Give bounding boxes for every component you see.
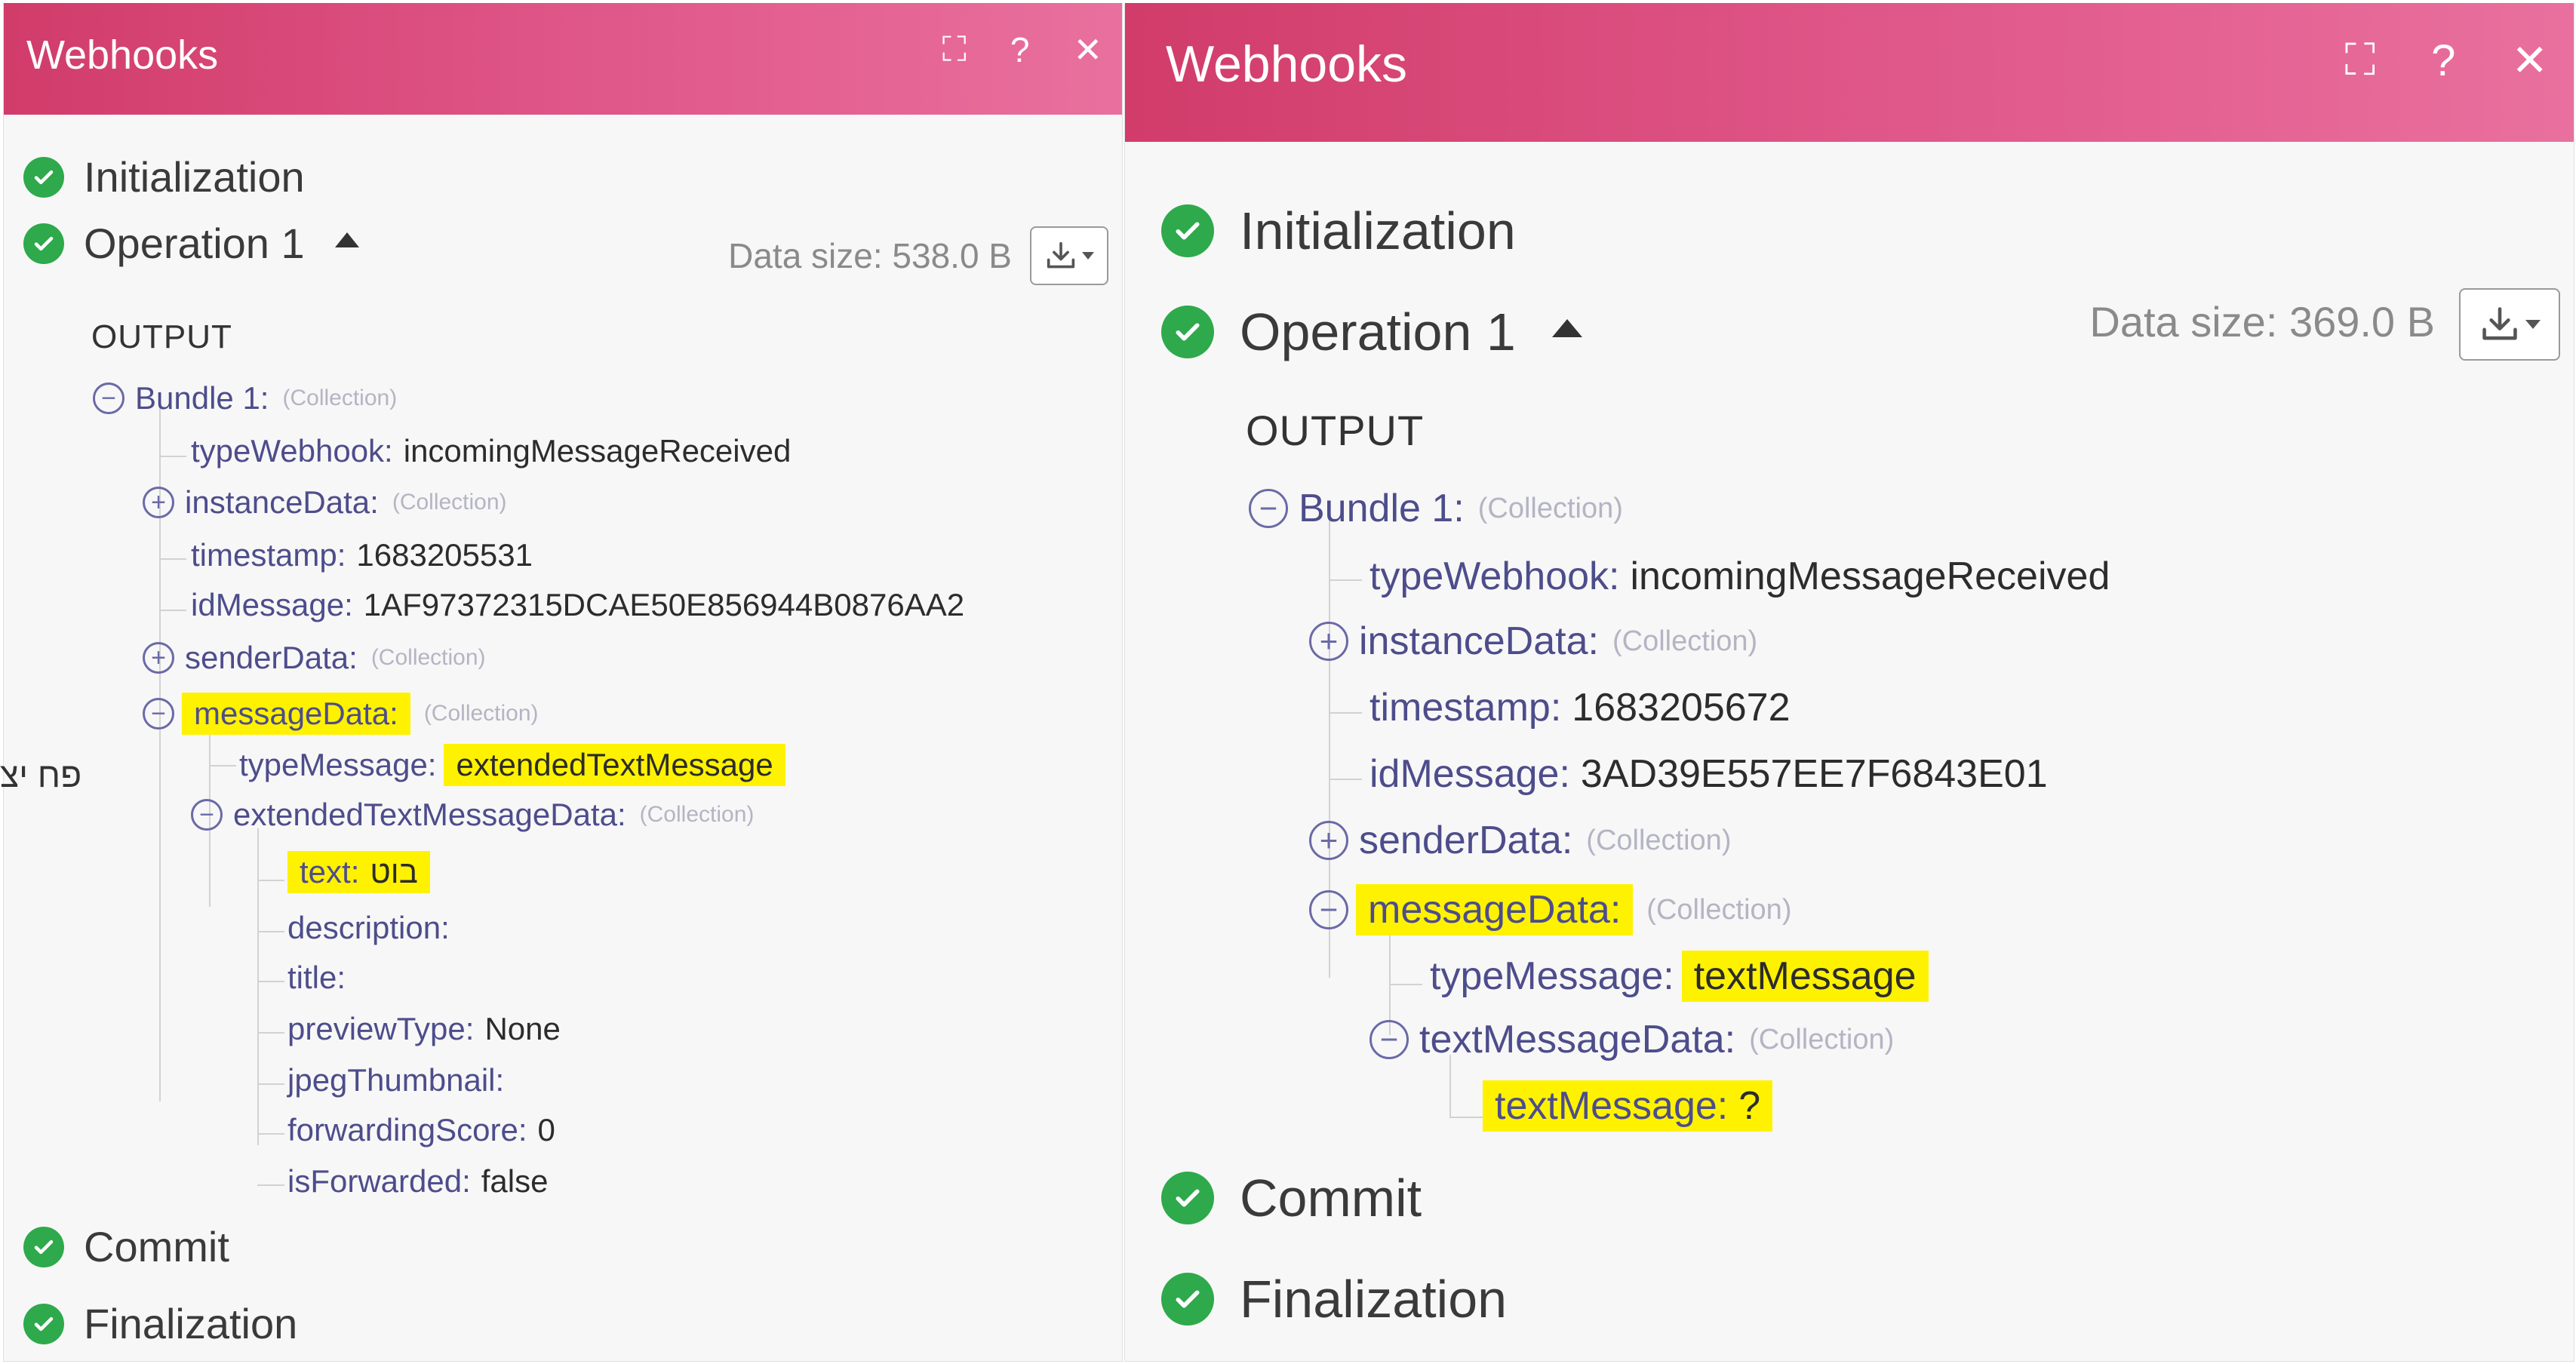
check-circle-icon [23, 223, 64, 264]
data-size-label: Data size: 369.0 B [2089, 298, 2435, 346]
webhooks-panel-right: Webhooks ⛶ ? ✕ Initialization Operation … [1124, 3, 2574, 1362]
expand-plus-icon[interactable]: + [1309, 622, 1348, 661]
tree-item-senderData[interactable]: + senderData: (Collection) [1309, 818, 1731, 863]
check-circle-icon [1161, 204, 1214, 257]
collapse-icon[interactable]: − [143, 698, 174, 730]
collapse-icon[interactable]: − [1309, 890, 1348, 929]
check-circle-icon [1161, 1273, 1214, 1326]
rtl-text-fragment: פח יצ [0, 755, 82, 794]
chevron-down-icon [1082, 252, 1094, 260]
download-button[interactable] [2459, 288, 2560, 361]
phase-label: Commit [84, 1223, 229, 1270]
webhooks-panel-left: Webhooks ⛶ ? ✕ Initialization Operation … [3, 3, 1123, 1362]
tree-item-timestamp: timestamp: 1683205531 [191, 537, 533, 573]
collapse-caret-icon[interactable] [334, 232, 359, 247]
download-icon [2482, 307, 2517, 340]
phase-finalization: Finalization [1161, 1269, 1507, 1329]
collapse-icon[interactable]: − [93, 382, 124, 414]
collapse-icon[interactable]: − [1369, 1020, 1409, 1059]
phase-initialization: Initialization [1161, 201, 1516, 261]
tree-item-typeWebhook: typeWebhook: incomingMessageReceived [1369, 555, 2110, 598]
phase-operation: Operation 1 [23, 219, 359, 268]
chevron-down-icon [2525, 320, 2541, 329]
collapse-caret-icon[interactable] [1551, 319, 1582, 337]
tree-item-isForwarded: isForwarded: false [287, 1163, 549, 1199]
check-circle-icon [1161, 306, 1214, 358]
tree-item-timestamp: timestamp: 1683205672 [1369, 686, 1791, 730]
phase-label: Operation 1 [84, 220, 305, 267]
phase-finalization: Finalization [23, 1299, 297, 1348]
panel-content: Initialization Operation 1 Data size: 53… [4, 115, 1122, 1361]
phase-label: Initialization [1240, 201, 1516, 260]
help-icon[interactable]: ? [2431, 35, 2455, 86]
tree-item-idMessage: idMessage: 1AF97372315DCAE50E856944B0876… [191, 587, 965, 622]
phase-label: Initialization [84, 153, 305, 201]
tree-item-jpegThumbnail: jpegThumbnail: [287, 1062, 505, 1098]
tree-bundle[interactable]: − Bundle 1: (Collection) [1249, 486, 1623, 531]
tree-item-typeMessage: typeMessage: textMessage [1430, 951, 1929, 1002]
tree-item-typeWebhook: typeWebhook: incomingMessageReceived [191, 433, 792, 468]
help-icon[interactable]: ? [1010, 29, 1030, 70]
panel-content: Initialization Operation 1 Data size: 36… [1125, 142, 2574, 1361]
close-icon[interactable]: ✕ [1073, 29, 1102, 70]
phase-commit: Commit [1161, 1168, 1422, 1228]
close-icon[interactable]: ✕ [2511, 35, 2548, 86]
tree-item-instanceData[interactable]: + instanceData: (Collection) [1309, 619, 1757, 664]
collapse-icon[interactable]: − [191, 799, 223, 831]
tree-item-textMessageData[interactable]: − textMessageData: (Collection) [1369, 1017, 1894, 1062]
tree-item-description: description: [287, 910, 450, 945]
tree-bundle[interactable]: − Bundle 1: (Collection) [93, 380, 397, 416]
phase-operation: Operation 1 [1161, 302, 1582, 362]
output-label: OUTPUT [91, 318, 232, 355]
tree-item-messageData[interactable]: − messageData: (Collection) [1309, 884, 1791, 935]
tree-item-title: title: [287, 960, 346, 995]
data-size-label: Data size: 538.0 B [728, 236, 1012, 275]
tree-item-extendedTextMessageData[interactable]: − extendedTextMessageData: (Collection) [191, 797, 754, 833]
output-label: OUTPUT [1246, 407, 1425, 454]
phase-label: Finalization [84, 1300, 298, 1347]
expand-plus-icon[interactable]: + [143, 642, 174, 674]
panel-header: Webhooks ⛶ ? ✕ [1125, 3, 2574, 142]
tree-item-messageData[interactable]: − messageData: (Collection) [143, 693, 539, 735]
phase-label: Commit [1240, 1169, 1422, 1227]
tree-item-instanceData[interactable]: + instanceData: (Collection) [143, 484, 507, 521]
phase-initialization: Initialization [23, 152, 305, 201]
tree-item-text: text: בוט [287, 851, 430, 893]
expand-icon[interactable]: ⛶ [942, 29, 967, 71]
check-circle-icon [23, 1226, 64, 1267]
tree-item-forwardingScore: forwardingScore: 0 [287, 1112, 555, 1147]
tree-item-textMessage: textMessage: ? [1483, 1080, 1773, 1132]
download-button[interactable] [1030, 226, 1108, 285]
panel-title: Webhooks [1166, 35, 1408, 93]
phase-label: Finalization [1240, 1270, 1508, 1329]
collapse-icon[interactable]: − [1249, 489, 1288, 528]
phase-commit: Commit [23, 1222, 229, 1271]
tree-item-previewType: previewType: None [287, 1011, 561, 1046]
tree-item-typeMessage: typeMessage: extendedTextMessage [239, 744, 785, 786]
expand-plus-icon[interactable]: + [1309, 821, 1348, 860]
tree-item-senderData[interactable]: + senderData: (Collection) [143, 640, 486, 676]
check-circle-icon [23, 156, 64, 198]
tree-item-idMessage: idMessage: 3AD39E557EE7F6843E01 [1369, 752, 2048, 796]
expand-plus-icon[interactable]: + [143, 487, 174, 518]
phase-label: Operation 1 [1240, 303, 1516, 361]
check-circle-icon [1161, 1172, 1214, 1224]
panel-title: Webhooks [26, 32, 219, 78]
check-circle-icon [23, 1303, 64, 1344]
download-icon [1047, 241, 1075, 269]
panel-header: Webhooks ⛶ ? ✕ [4, 3, 1122, 115]
expand-icon[interactable]: ⛶ [2345, 35, 2376, 86]
